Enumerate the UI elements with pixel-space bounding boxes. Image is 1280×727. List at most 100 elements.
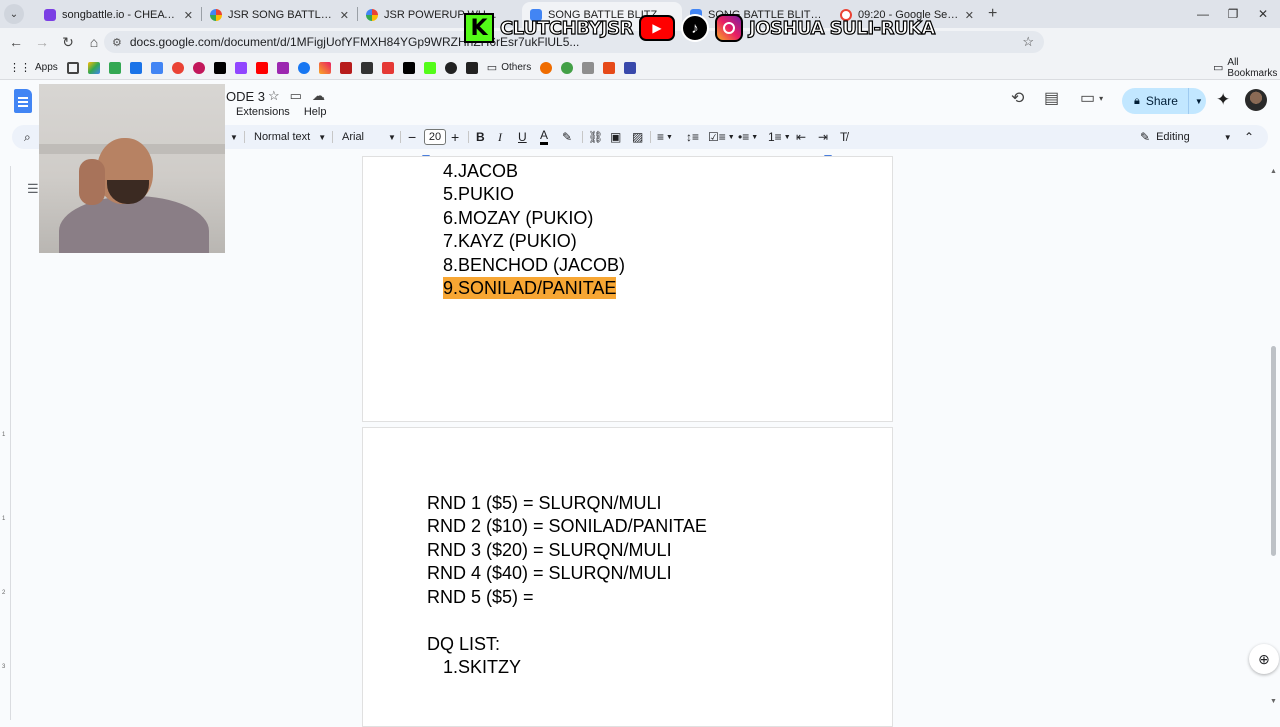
font-family-select[interactable]: Arial ▼ — [342, 125, 396, 149]
bookmark-item[interactable] — [297, 61, 310, 74]
increase-font-size-icon[interactable]: + — [451, 125, 459, 149]
round-line[interactable]: RND 4 ($40) = SLURQN/MULI — [427, 562, 672, 584]
hide-menus-chevron-up-icon[interactable]: ⌃ — [1244, 125, 1254, 149]
document-outline-icon[interactable]: ☰ — [27, 181, 39, 197]
forward-arrow-icon[interactable]: → — [30, 30, 54, 54]
italic-icon[interactable]: I — [498, 125, 502, 149]
home-icon[interactable]: ⌂ — [82, 30, 106, 54]
zoom-dropdown-caret[interactable]: ▼ — [230, 125, 238, 149]
document-page[interactable]: RND 1 ($5) = SLURQN/MULI RND 2 ($10) = S… — [362, 427, 893, 727]
list-item[interactable]: 8.BENCHOD (JACOB) — [443, 254, 625, 276]
bookmark-item[interactable] — [129, 61, 142, 74]
document-page[interactable]: 4.JACOB 5.PUKIO 6.MOZAY (PUKIO) 7.KAYZ (… — [362, 156, 893, 422]
tab-category[interactable]: JSR SONG BATTLE CATEGORY ✕ — [202, 2, 357, 28]
site-info-icon[interactable]: ⚙ — [112, 36, 122, 49]
insert-link-icon[interactable]: ⛓ — [588, 125, 603, 149]
bookmark-item[interactable] — [381, 61, 394, 74]
apps-bookmark[interactable]: ⋮⋮ Apps — [9, 61, 58, 74]
bookmark-item[interactable] — [171, 61, 184, 74]
all-bookmarks-folder[interactable]: ▭ All Bookmarks — [1213, 57, 1280, 79]
numbered-list-icon[interactable]: 1≡ ▼ — [768, 125, 791, 149]
list-item[interactable]: 6.MOZAY (PUKIO) — [443, 207, 593, 229]
restore-icon[interactable]: ❐ — [1216, 0, 1250, 28]
others-folder[interactable]: ▭ Others — [487, 61, 531, 74]
move-folder-icon[interactable]: ▭ — [290, 88, 302, 104]
new-tab-icon[interactable]: + — [988, 5, 997, 23]
bookmark-item[interactable] — [540, 61, 553, 74]
checklist-icon[interactable]: ☑≡ ▼ — [708, 125, 735, 149]
bookmark-item[interactable] — [444, 61, 457, 74]
editing-mode-select[interactable]: ✎ Editing ▼ — [1140, 125, 1232, 149]
list-item[interactable]: 4.JACOB — [443, 160, 518, 182]
close-icon[interactable]: ✕ — [184, 9, 193, 22]
gemini-spark-icon[interactable]: ✦ — [1216, 90, 1230, 110]
highlight-color-icon[interactable]: ✎ — [562, 125, 572, 149]
round-line[interactable]: RND 1 ($5) = SLURQN/MULI — [427, 492, 662, 514]
star-icon[interactable]: ☆ — [268, 88, 280, 104]
bookmark-item[interactable] — [66, 61, 79, 74]
close-icon[interactable]: ✕ — [340, 9, 349, 22]
bookmark-item[interactable] — [276, 61, 289, 74]
bulleted-list-icon[interactable]: •≡ ▼ — [738, 125, 758, 149]
align-icon[interactable]: ≡ ▼ — [657, 125, 673, 149]
line-spacing-icon[interactable]: ↕≡ — [686, 125, 699, 149]
scroll-up-arrow-icon[interactable]: ▲ — [1270, 168, 1277, 175]
cloud-saved-icon[interactable]: ☁ — [312, 88, 325, 104]
bookmark-item[interactable] — [87, 61, 100, 74]
bookmark-item[interactable] — [582, 61, 595, 74]
menu-extensions[interactable]: Extensions — [236, 106, 290, 118]
search-menus-icon[interactable]: ⌕ — [24, 125, 31, 149]
underline-icon[interactable]: U — [518, 125, 527, 149]
dq-heading[interactable]: DQ LIST: — [427, 633, 500, 655]
paragraph-style-select[interactable]: Normal text ▼ — [254, 125, 326, 149]
decrease-font-size-icon[interactable]: − — [408, 125, 416, 149]
scroll-down-arrow-icon[interactable]: ▼ — [1270, 698, 1277, 705]
round-line[interactable]: RND 2 ($10) = SONILAD/PANITAE — [427, 515, 707, 537]
highlighted-list-item[interactable]: 9.SONILAD/PANITAE — [443, 277, 617, 299]
scrollbar-thumb[interactable] — [1271, 346, 1276, 556]
bookmark-item[interactable] — [192, 61, 205, 74]
bookmark-item[interactable] — [465, 61, 478, 74]
comments-icon[interactable]: ▤ — [1044, 88, 1059, 108]
bookmark-item[interactable] — [423, 61, 436, 74]
tab-songbattle[interactable]: songbattle.io - CHEATING SONG ✕ — [36, 2, 201, 28]
tab-search-icon[interactable]: ⌄ — [4, 4, 24, 24]
window-close-icon[interactable]: ✕ — [1246, 0, 1280, 28]
docs-logo-icon[interactable] — [14, 89, 32, 113]
bookmark-item[interactable] — [234, 61, 247, 74]
bookmark-item[interactable] — [255, 61, 268, 74]
increase-indent-icon[interactable]: ⇥ — [818, 125, 828, 149]
insert-image-icon[interactable]: ▨ — [632, 125, 643, 149]
reload-icon[interactable]: ↻ — [56, 30, 80, 54]
clear-formatting-icon[interactable]: T̸ — [840, 125, 847, 149]
avatar[interactable] — [1245, 89, 1267, 111]
bookmark-star-icon[interactable]: ☆ — [1022, 34, 1034, 50]
bookmark-item[interactable] — [108, 61, 121, 74]
back-arrow-icon[interactable]: ← — [4, 30, 28, 54]
add-comment-icon[interactable]: ▣ — [610, 125, 621, 149]
bookmark-item[interactable] — [339, 61, 352, 74]
version-history-icon[interactable]: ⟲ — [1011, 88, 1024, 108]
bookmark-item[interactable] — [213, 61, 226, 74]
bookmark-item[interactable] — [402, 61, 415, 74]
document-title[interactable]: ODE 3 — [226, 89, 265, 104]
bookmark-item[interactable] — [603, 61, 616, 74]
bookmark-item[interactable] — [318, 61, 331, 74]
menu-help[interactable]: Help — [304, 106, 327, 118]
text-color-icon[interactable]: A — [540, 127, 549, 145]
decrease-indent-icon[interactable]: ⇤ — [796, 125, 806, 149]
round-line[interactable]: RND 3 ($20) = SLURQN/MULI — [427, 539, 672, 561]
font-size-input[interactable]: 20 — [424, 129, 446, 145]
minimize-icon[interactable]: — — [1186, 0, 1220, 28]
meet-icon[interactable]: ▭ ▾ — [1080, 88, 1103, 108]
list-item[interactable]: 1.SKITZY — [443, 656, 521, 678]
vertical-ruler[interactable]: 1 1 2 3 — [0, 166, 11, 720]
bookmark-item[interactable] — [150, 61, 163, 74]
explore-icon[interactable]: ⊕ — [1249, 644, 1279, 674]
bookmark-item[interactable] — [360, 61, 373, 74]
list-item[interactable]: 5.PUKIO — [443, 183, 514, 205]
bookmark-item[interactable] — [624, 61, 637, 74]
share-button[interactable]: 🔒︎ Share ▼ — [1122, 88, 1206, 114]
chevron-down-icon[interactable]: ▼ — [1195, 97, 1203, 106]
list-item[interactable]: 7.KAYZ (PUKIO) — [443, 230, 577, 252]
